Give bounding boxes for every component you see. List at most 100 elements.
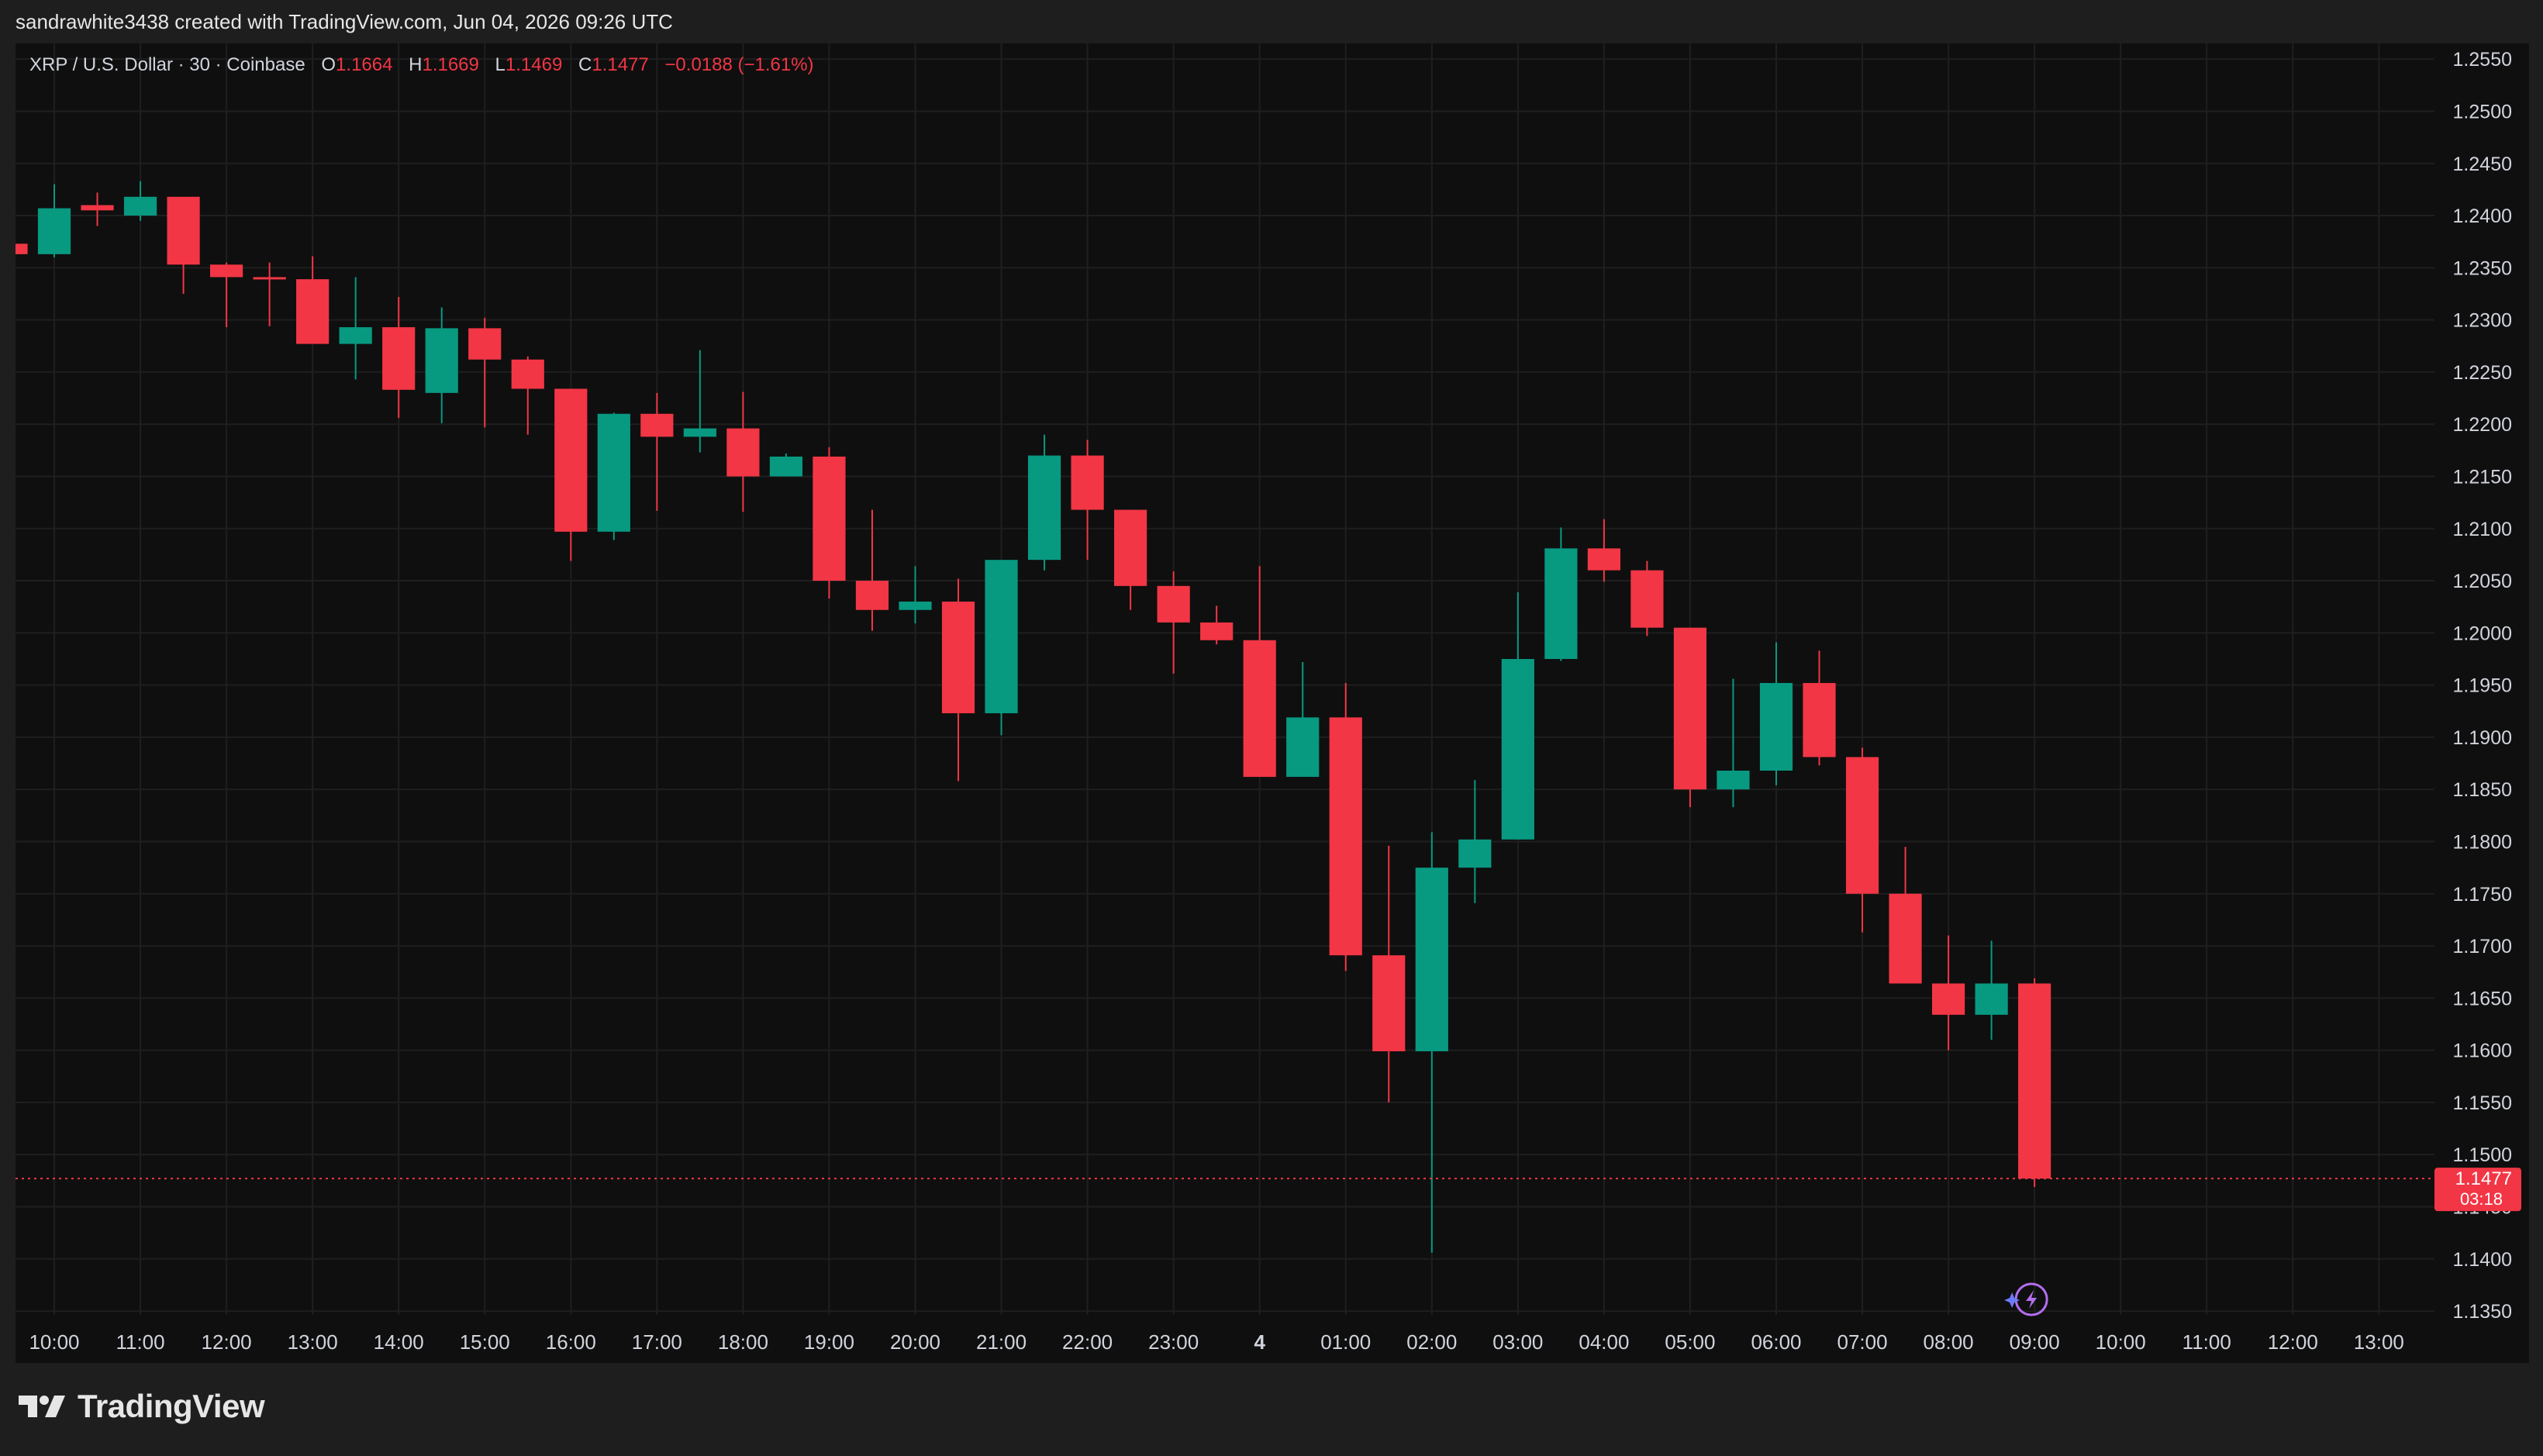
x-tick-label: 13:00 [2354,1330,2404,1354]
candle-up [985,560,1018,736]
candle-body [1200,622,1234,640]
change-value: −0.0188 (−1.61%) [664,54,814,75]
x-tick-label: 08:00 [1924,1330,1974,1354]
candle-body [2018,983,2051,1179]
grid [16,43,2434,1315]
candle-down [1372,845,1406,1102]
candle-down [2018,978,2051,1187]
candle-down [210,262,243,328]
candle-down [1243,566,1276,778]
candle-body [597,413,630,532]
y-tick-label: 1.2450 [2453,154,2512,175]
candle-down [1889,847,1922,984]
candle-body [1932,983,1965,1015]
candle-down [1329,682,1362,971]
low-value: 1.1469 [505,54,563,75]
candle-body [1157,585,1190,623]
candle-up [339,277,372,380]
y-tick-label: 1.2350 [2453,257,2512,279]
x-tick-label: 11:00 [2182,1330,2231,1354]
y-tick-label: 1.2150 [2453,466,2512,488]
high-value: 1.1669 [422,54,479,75]
close-value: 1.1477 [592,54,649,75]
y-tick-label: 1.1700 [2453,936,2512,957]
y-tick-label: 1.2400 [2453,205,2512,227]
candle-down [511,356,544,435]
tradingview-logo-icon [19,1396,65,1417]
y-tick-label: 1.1750 [2453,884,2512,906]
y-tick-label: 1.2500 [2453,101,2512,122]
candle-up [425,307,458,423]
x-tick-label: 04:00 [1579,1330,1629,1354]
x-tick-label: 02:00 [1406,1330,1457,1354]
lightning-icon[interactable] [2004,1282,2048,1316]
chart-panel[interactable]: 1.13501.14001.14501.15001.15501.16001.16… [16,43,2529,1363]
candle-body [640,413,674,437]
candle-body [985,560,1018,713]
tradingview-brand[interactable]: TradingView [17,1388,265,1425]
high-label: H [409,54,423,75]
candle-body [1458,839,1492,868]
candle-up [1759,642,1793,785]
candle-up [597,412,630,540]
candle-body [683,428,716,437]
candle-down [1071,440,1104,561]
candle-body [296,279,330,344]
candle-down [941,578,975,781]
candle-down [813,447,846,599]
x-tick-label: 10:00 [29,1330,79,1354]
x-tick-label: 21:00 [976,1330,1027,1354]
close-label: C [578,54,592,75]
x-tick-label: 01:00 [1320,1330,1371,1354]
y-tick-label: 1.1650 [2453,988,2512,1009]
symbol-label[interactable]: XRP / U.S. Dollar · 30 · Coinbase [29,54,305,75]
header-bar: sandrawhite3438 created with TradingView… [0,0,2543,43]
x-tick-label: 09:00 [2010,1330,2060,1354]
y-tick-label: 1.1600 [2453,1040,2512,1062]
brand-name: TradingView [78,1388,265,1424]
candle-body [1803,682,1836,757]
candle-body [1501,658,1534,840]
candle-up [1544,527,1578,661]
candle-body [855,581,889,610]
candle-body [1329,717,1362,956]
y-axis: 1.13501.14001.14501.15001.15501.16001.16… [2453,49,2512,1323]
candle-down [81,192,114,226]
candle-down [726,392,760,512]
candle-body [81,205,114,211]
candle-body [1027,455,1061,561]
x-tick-label: 13:00 [288,1330,338,1354]
x-tick-label: 15:00 [460,1330,510,1354]
y-tick-label: 1.2550 [2453,49,2512,71]
candle-down [167,196,200,294]
candle-body [167,196,200,265]
x-tick-label: 11:00 [116,1330,164,1354]
candle-body [813,456,846,581]
y-tick-label: 1.1900 [2453,727,2512,749]
x-tick-label: 12:00 [202,1330,252,1354]
x-tick-label: 4 [1254,1330,1265,1354]
created-by-label: sandrawhite3438 created with TradingView… [16,10,673,33]
y-tick-label: 1.2300 [2453,310,2512,332]
y-tick-label: 1.1500 [2453,1144,2512,1166]
last-price-tag: 1.147703:18 [2434,1168,2521,1212]
x-tick-label: 20:00 [890,1330,940,1354]
candle-body [1372,955,1406,1051]
candle-body [554,388,588,532]
candle-down [1114,509,1147,610]
candle-body [1587,548,1620,571]
open-value: 1.1664 [336,54,393,75]
y-tick-label: 1.1350 [2453,1301,2512,1323]
y-tick-label: 1.2100 [2453,519,2512,540]
y-tick-label: 1.1800 [2453,831,2512,853]
y-tick-label: 1.2200 [2453,414,2512,436]
x-tick-label: 23:00 [1148,1330,1199,1354]
candlestick-chart[interactable]: 1.13501.14001.14501.15001.15501.16001.16… [16,43,2529,1363]
x-axis: 10:00 11:00 12:00 13:00 14:00 15:00 16:00 17:00… [29,1282,2404,1354]
y-tick-label: 1.2250 [2453,362,2512,384]
candle-body [123,196,157,216]
candle-body [1114,509,1147,586]
x-tick-label: 14:00 [374,1330,424,1354]
y-tick-label: 1.1850 [2453,779,2512,801]
candle-up [683,350,716,453]
